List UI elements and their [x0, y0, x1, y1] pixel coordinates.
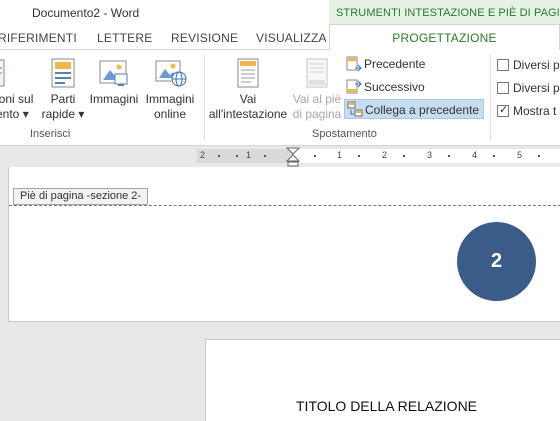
next-label: Successivo	[364, 80, 425, 94]
document-info-button[interactable]: ioni sul ento ▾	[0, 58, 40, 126]
tab-mailings[interactable]: LETTERE	[97, 31, 152, 45]
indent-marker-icon[interactable]	[286, 147, 300, 167]
different-first-page-label: Diversi p	[513, 58, 560, 72]
document-info-label-1: ioni sul	[0, 92, 34, 106]
quick-parts-button[interactable]: Parti rapide ▾	[40, 58, 86, 126]
checkbox-box-checked	[497, 103, 509, 117]
next-page[interactable]: TITOLO DELLA RELAZIONE	[205, 339, 560, 421]
quick-parts-label-2: rapide ▾	[41, 107, 85, 121]
ribbon: ioni sul ento ▾ Parti rapide ▾	[0, 50, 560, 146]
ruler-left-margin	[197, 149, 293, 163]
ruler-number: 2	[200, 150, 206, 160]
pictures-button[interactable]: Immagini	[86, 58, 142, 126]
previous-icon	[346, 56, 362, 72]
goto-header-label-2: all'intestazione	[208, 107, 288, 121]
footer-boundary-line	[9, 205, 560, 206]
quick-parts-icon	[51, 58, 75, 88]
goto-header-button[interactable]: Vai all'intestazione	[206, 58, 290, 126]
goto-footer-label-1: Vai al piè	[292, 92, 342, 106]
group-separator	[490, 54, 491, 140]
group-label-insert: Inserisci	[30, 128, 71, 140]
goto-header-label-1: Vai	[239, 92, 257, 106]
online-pictures-button[interactable]: Immagini online	[142, 58, 198, 126]
ruler-number: 3	[427, 150, 433, 160]
goto-footer-icon	[306, 58, 328, 88]
ruler-tick	[264, 155, 266, 157]
online-pictures-label-2: online	[153, 107, 187, 121]
group-label-navigation: Spostamento	[312, 128, 377, 140]
ruler-number: 1	[246, 150, 252, 160]
group-separator	[204, 54, 205, 140]
link-to-previous-label: Collega a precedente	[365, 103, 480, 117]
page-footer-area[interactable]: Piè di pagina -sezione 2- 2	[8, 167, 560, 322]
tab-references[interactable]: RIFERIMENTI	[0, 31, 77, 45]
pictures-icon	[99, 60, 128, 86]
goto-header-icon	[237, 58, 259, 88]
next-icon	[346, 79, 362, 94]
ruler-tick	[493, 155, 495, 157]
footer-section-tag: Piè di pagina -sezione 2-	[13, 188, 149, 205]
page-number-circle[interactable]: 2	[457, 222, 536, 301]
tab-review[interactable]: REVISIONE	[171, 31, 238, 45]
previous-label: Precedente	[364, 57, 426, 71]
document-info-label-2: ento ▾	[0, 107, 29, 121]
checkbox-box	[497, 82, 509, 94]
pictures-label: Immagini	[89, 92, 139, 106]
next-button[interactable]: Successivo	[344, 77, 444, 97]
online-pictures-label-1: Immagini	[145, 92, 195, 106]
ruler-tick	[236, 155, 238, 157]
show-document-text-label: Mostra t	[513, 104, 557, 118]
contextual-tab-header: STRUMENTI INTESTAZIONE E PIÈ DI PAGINA	[329, 0, 560, 25]
ruler-tick	[403, 155, 405, 157]
previous-button[interactable]: Precedente	[344, 54, 444, 74]
ruler-tick	[538, 155, 540, 157]
goto-footer-button[interactable]: Vai al piè di pagina	[290, 58, 344, 126]
ruler-number: 2	[382, 150, 388, 160]
ruler-number: 4	[472, 150, 478, 160]
ruler-number: 1	[337, 150, 343, 160]
document-title-text[interactable]: TITOLO DELLA RELAZIONE	[296, 398, 477, 414]
ribbon-tabs: RIFERIMENTI LETTERE REVISIONE VISUALIZZA…	[0, 25, 560, 51]
ruler-tick	[218, 155, 220, 157]
window-title: Documento2 - Word	[32, 6, 140, 20]
checkbox-box	[497, 59, 509, 71]
quick-parts-label-1: Parti	[50, 92, 76, 106]
ruler-area: 2 1 1 2 3 4 5	[0, 146, 560, 167]
word-window: Documento2 - Word STRUMENTI INTESTAZIONE…	[0, 0, 560, 421]
different-odd-even-label: Diversi p	[513, 81, 560, 95]
tab-view[interactable]: VISUALIZZA	[256, 31, 327, 45]
contextual-tab-label: STRUMENTI INTESTAZIONE E PIÈ DI PAGINA	[336, 7, 560, 19]
online-pictures-icon	[155, 60, 187, 87]
ruler-tick	[448, 155, 450, 157]
link-to-previous-icon	[347, 101, 363, 117]
goto-footer-label-2: di pagina	[292, 107, 342, 121]
document-info-icon	[0, 59, 5, 87]
tab-design[interactable]: PROGETTAZIONE	[329, 25, 560, 51]
horizontal-ruler[interactable]: 2 1 1 2 3 4 5	[197, 147, 560, 167]
ruler-tick	[358, 155, 360, 157]
title-bar: Documento2 - Word STRUMENTI INTESTAZIONE…	[0, 0, 560, 25]
ruler-number: 5	[517, 150, 523, 160]
link-to-previous-button[interactable]: Collega a precedente	[344, 99, 484, 119]
ruler-tick	[314, 155, 316, 157]
